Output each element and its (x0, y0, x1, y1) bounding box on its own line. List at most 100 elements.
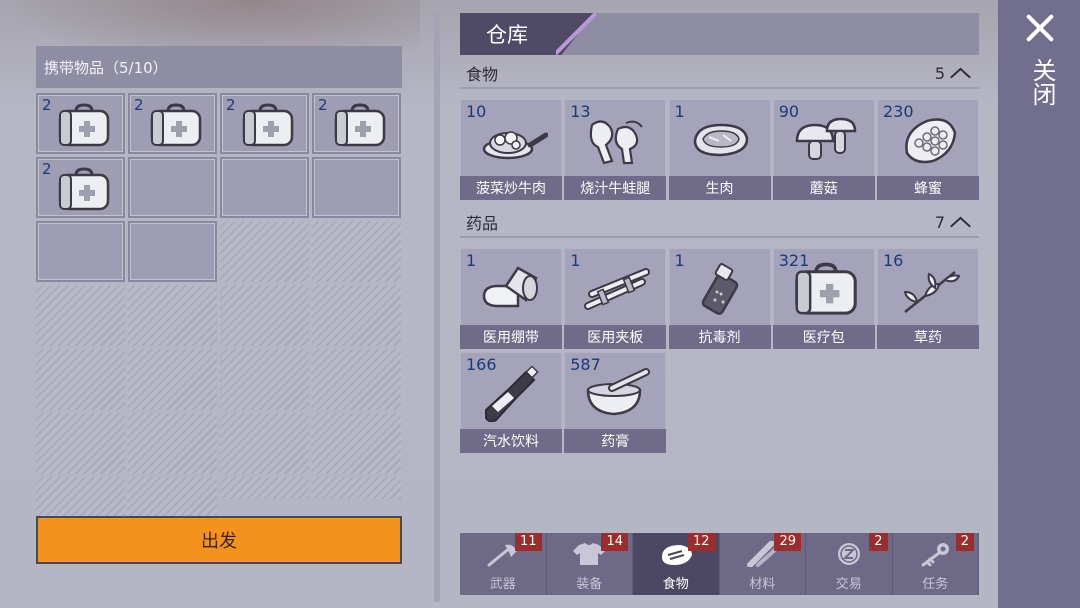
item-card-antidote[interactable]: 1 抗毒剂 (668, 248, 771, 349)
carry-slot-1[interactable]: 2 (36, 93, 125, 154)
carry-slot-locked (220, 221, 309, 282)
carry-slot-2[interactable]: 2 (128, 93, 217, 154)
tab-label: 武器 (489, 577, 516, 592)
carry-slot-locked (36, 413, 125, 474)
depart-button[interactable]: 出发 (36, 516, 402, 564)
medicine-grid: 1 医用绷带 1 医用夹板 1 抗毒剂 321 医疗包 16 草药 166 汽水… (460, 248, 979, 453)
tab-badge: 2 (869, 533, 888, 551)
item-label: 汽水饮料 (460, 429, 562, 453)
category-count: 5 (934, 63, 945, 83)
tab-label: 装备 (576, 577, 603, 592)
tab-weapons[interactable]: 11 武器 (460, 533, 547, 595)
carry-slot-empty[interactable] (128, 157, 217, 218)
carry-slot-locked (36, 285, 125, 346)
medkit-icon (148, 103, 204, 153)
carry-slot-empty[interactable] (220, 157, 309, 218)
carry-slot-locked (220, 477, 309, 499)
item-label: 医用绷带 (460, 325, 562, 349)
medkit-icon (791, 262, 861, 322)
close-label[interactable]: 关闭 (1028, 58, 1056, 106)
tab-badge: 14 (601, 533, 628, 551)
tab-quests[interactable]: 2 任务 (893, 533, 979, 595)
close-icon[interactable] (1024, 12, 1056, 44)
item-count: 1 (466, 251, 477, 270)
chevron-up-icon[interactable] (949, 215, 971, 229)
item-label: 医疗包 (772, 325, 875, 349)
item-card-stir-fry[interactable]: 10 菠菜炒牛肉 (460, 99, 562, 200)
medkit-icon (56, 103, 112, 153)
category-food-header[interactable]: 食物 5 (460, 59, 979, 89)
tab-badge: 2 (955, 533, 974, 551)
category-medicine-header[interactable]: 药品 7 (460, 208, 979, 238)
item-label: 药膏 (564, 429, 667, 453)
category-tabs: 11 武器 14 装备 12 食物 29 材料 2 交易 2 任务 (460, 533, 979, 595)
frog-legs-icon (582, 113, 652, 173)
item-count: 2 (134, 96, 144, 114)
carry-slot-locked (220, 285, 309, 346)
item-label: 草药 (877, 325, 979, 349)
item-count: 1 (570, 251, 581, 270)
tab-badge: 11 (514, 533, 542, 551)
category-count: 7 (934, 212, 945, 232)
honeycomb-icon (895, 113, 965, 173)
carry-slot-3[interactable]: 2 (220, 93, 309, 154)
tab-label: 食物 (662, 577, 689, 592)
tab-trade[interactable]: 2 交易 (806, 533, 893, 595)
soda-icon (478, 365, 548, 426)
key-icon (917, 541, 953, 571)
carry-title: 携带物品（5/10） (36, 46, 402, 88)
item-label: 菠菜炒牛肉 (460, 176, 562, 200)
item-card-frog-legs[interactable]: 13 烧汁牛蛙腿 (564, 99, 667, 200)
carry-slot-locked (312, 349, 401, 410)
tab-label: 交易 (835, 577, 862, 592)
item-card-herb[interactable]: 16 草药 (877, 248, 979, 349)
item-card-raw-meat[interactable]: 1 生肉 (668, 99, 771, 200)
tab-label: 任务 (922, 577, 949, 592)
carry-slot-empty[interactable] (36, 221, 125, 282)
item-label: 烧汁牛蛙腿 (564, 176, 667, 200)
category-label: 药品 (466, 214, 499, 233)
carry-slot-locked (312, 285, 401, 346)
item-card-soda[interactable]: 166 汽水饮料 (460, 352, 562, 453)
item-card-medkit[interactable]: 321 医疗包 (772, 248, 875, 349)
item-label: 生肉 (668, 176, 771, 200)
item-count: 2 (226, 96, 236, 114)
carry-slot-4[interactable]: 2 (312, 93, 401, 154)
medkit-icon (240, 103, 296, 153)
tab-badge: 29 (774, 533, 801, 551)
carry-slot-locked (128, 285, 217, 346)
tab-materials[interactable]: 29 材料 (720, 533, 806, 595)
item-label: 蜂蜜 (877, 176, 979, 200)
ointment-icon (582, 366, 652, 426)
item-label: 医用夹板 (564, 325, 667, 349)
splint-icon (582, 262, 652, 322)
item-label: 抗毒剂 (668, 325, 771, 349)
item-card-ointment[interactable]: 587 药膏 (564, 352, 667, 453)
carry-slot-locked (312, 221, 401, 282)
carry-slot-locked (128, 413, 217, 474)
carry-slot-locked (220, 349, 309, 410)
antidote-icon (687, 262, 757, 322)
item-card-mushroom[interactable]: 90 蘑菇 (772, 99, 875, 200)
tab-food[interactable]: 12 食物 (633, 533, 720, 595)
panel-divider (434, 12, 440, 602)
item-card-splint[interactable]: 1 医用夹板 (564, 248, 667, 349)
item-card-honey[interactable]: 230 蜂蜜 (877, 99, 979, 200)
carry-grid: 2 2 2 2 2 (36, 93, 402, 563)
coin-icon (831, 541, 867, 571)
item-label: 蘑菇 (772, 176, 875, 200)
carry-slot-empty[interactable] (312, 157, 401, 218)
carry-slot-empty[interactable] (128, 221, 217, 282)
mushroom-icon (791, 113, 861, 173)
item-count: 1 (674, 251, 685, 270)
tab-equipment[interactable]: 14 装备 (547, 533, 633, 595)
pan-icon (478, 113, 549, 173)
carry-slot-5[interactable]: 2 (36, 157, 125, 218)
carry-slot-locked (312, 477, 401, 499)
chevron-up-icon[interactable] (949, 66, 971, 80)
food-grid: 10 菠菜炒牛肉 13 烧汁牛蛙腿 1 生肉 90 蘑菇 230 蜂蜜 (460, 99, 979, 200)
carry-slot-locked (128, 349, 217, 410)
bandage-icon (478, 262, 548, 322)
item-card-bandage[interactable]: 1 医用绷带 (460, 248, 562, 349)
category-label: 食物 (466, 65, 499, 84)
